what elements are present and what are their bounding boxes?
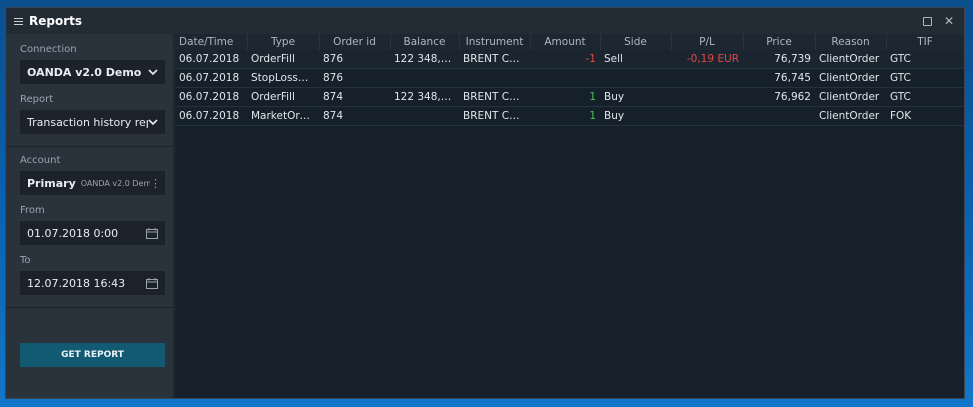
- cell-order-id: 874: [319, 106, 390, 126]
- table-row[interactable]: 06.07.2018 OrderFill 874 122 348,2… BREN…: [175, 87, 964, 107]
- cell-instrument: BRENT CR…: [459, 50, 530, 69]
- column-header-order-id[interactable]: Order id: [319, 34, 391, 50]
- connection-label: Connection: [20, 44, 77, 55]
- cell-price: 76,739: [743, 50, 815, 69]
- cell-datetime: 06.07.2018: [175, 68, 247, 88]
- account-label: Account: [20, 155, 61, 166]
- cell-tif: GTC: [886, 68, 964, 88]
- more-options-icon[interactable]: ⋮: [150, 177, 161, 190]
- cell-price: [743, 106, 815, 126]
- transactions-table: Date/Time Type Order id Balance Instrume…: [175, 34, 964, 126]
- report-table-panel: Date/Time Type Order id Balance Instrume…: [175, 34, 964, 398]
- column-header-type[interactable]: Type: [247, 34, 320, 50]
- title-bar: Reports ✕: [6, 8, 964, 34]
- cell-price: 76,745: [743, 68, 815, 88]
- cell-order-id: 876: [319, 68, 390, 88]
- calendar-icon[interactable]: [146, 277, 158, 289]
- cell-price: 76,962: [743, 87, 815, 107]
- cell-balance: 122 348,0…: [390, 50, 459, 69]
- close-button[interactable]: ✕: [942, 14, 956, 28]
- cell-type: MarketOrd…: [247, 106, 319, 126]
- column-header-datetime[interactable]: Date/Time: [175, 34, 248, 50]
- column-header-price[interactable]: Price: [743, 34, 816, 50]
- column-header-instrument[interactable]: Instrument: [459, 34, 531, 50]
- account-select[interactable]: Primary OANDA v2.0 Demo ⋮: [20, 171, 165, 195]
- cell-type: OrderFill: [247, 87, 319, 107]
- cell-tif: FOK: [886, 106, 964, 126]
- to-date-input[interactable]: 12.07.2018 16:43: [20, 271, 165, 295]
- cell-amount: 1: [530, 87, 600, 107]
- cell-type: OrderFill: [247, 50, 319, 69]
- cell-side: Buy: [600, 106, 671, 126]
- cell-balance: [390, 106, 459, 126]
- report-settings-panel: Connection OANDA v2.0 Demo Report Transa…: [6, 34, 174, 398]
- report-label: Report: [20, 94, 54, 105]
- report-select[interactable]: Transaction history report: [20, 110, 165, 134]
- get-report-button[interactable]: GET REPORT: [20, 343, 165, 367]
- cell-tif: GTC: [886, 87, 964, 107]
- maximize-button[interactable]: [920, 14, 934, 28]
- from-date-value: 01.07.2018 0:00: [27, 226, 119, 240]
- cell-amount: -1: [530, 50, 600, 69]
- hamburger-menu-icon[interactable]: [14, 17, 23, 25]
- column-header-balance[interactable]: Balance: [390, 34, 460, 50]
- table-row[interactable]: 06.07.2018 OrderFill 876 122 348,0… BREN…: [175, 50, 964, 69]
- account-connection: OANDA v2.0 Demo: [80, 178, 150, 188]
- table-header-row: Date/Time Type Order id Balance Instrume…: [175, 34, 964, 50]
- cell-side: Sell: [600, 50, 671, 69]
- cell-pl: [671, 68, 743, 88]
- report-value: Transaction history report: [27, 115, 148, 129]
- chevron-down-icon: [148, 67, 158, 77]
- cell-side: Buy: [600, 87, 671, 107]
- cell-instrument: [459, 68, 530, 88]
- cell-pl: [671, 106, 743, 126]
- close-icon: ✕: [943, 14, 955, 28]
- connection-value: OANDA v2.0 Demo: [27, 65, 142, 79]
- cell-instrument: BRENT CR…: [459, 106, 530, 126]
- maximize-icon: [922, 16, 932, 26]
- cell-side: [600, 68, 671, 88]
- window-title: Reports: [29, 14, 83, 28]
- column-header-amount[interactable]: Amount: [530, 34, 601, 50]
- from-label: From: [20, 205, 45, 216]
- cell-reason: ClientOrder: [815, 87, 886, 107]
- calendar-icon[interactable]: [146, 227, 158, 239]
- cell-order-id: 876: [319, 50, 390, 69]
- divider: [6, 307, 174, 308]
- column-header-pl[interactable]: P/L: [671, 34, 744, 50]
- table-row[interactable]: 06.07.2018 StopLossO… 876 76,745 ClientO…: [175, 68, 964, 88]
- divider: [6, 146, 174, 147]
- chevron-down-icon: [148, 117, 158, 127]
- cell-reason: ClientOrder: [815, 50, 886, 69]
- cell-datetime: 06.07.2018: [175, 50, 247, 69]
- to-date-value: 12.07.2018 16:43: [27, 276, 126, 290]
- cell-type: StopLossO…: [247, 68, 319, 88]
- cell-balance: [390, 68, 459, 88]
- cell-reason: ClientOrder: [815, 106, 886, 126]
- cell-reason: ClientOrder: [815, 68, 886, 88]
- account-name: Primary: [27, 176, 76, 190]
- cell-datetime: 06.07.2018: [175, 106, 247, 126]
- cell-amount: 1: [530, 106, 600, 126]
- column-header-tif[interactable]: TIF: [886, 34, 964, 50]
- column-header-reason[interactable]: Reason: [815, 34, 887, 50]
- connection-select[interactable]: OANDA v2.0 Demo: [20, 60, 165, 84]
- cell-datetime: 06.07.2018: [175, 87, 247, 107]
- table-row[interactable]: 06.07.2018 MarketOrd… 874 BRENT CR… 1 Bu…: [175, 106, 964, 126]
- column-header-side[interactable]: Side: [600, 34, 672, 50]
- cell-pl: [671, 87, 743, 107]
- cell-instrument: BRENT CR…: [459, 87, 530, 107]
- reports-window: Reports ✕ Connection OANDA v2.0 Demo Rep…: [5, 7, 965, 399]
- cell-balance: 122 348,2…: [390, 87, 459, 107]
- from-date-input[interactable]: 01.07.2018 0:00: [20, 221, 165, 245]
- cell-amount: [530, 68, 600, 88]
- to-label: To: [20, 255, 31, 266]
- cell-order-id: 874: [319, 87, 390, 107]
- cell-tif: GTC: [886, 50, 964, 69]
- cell-pl: -0,19 EUR: [671, 50, 743, 69]
